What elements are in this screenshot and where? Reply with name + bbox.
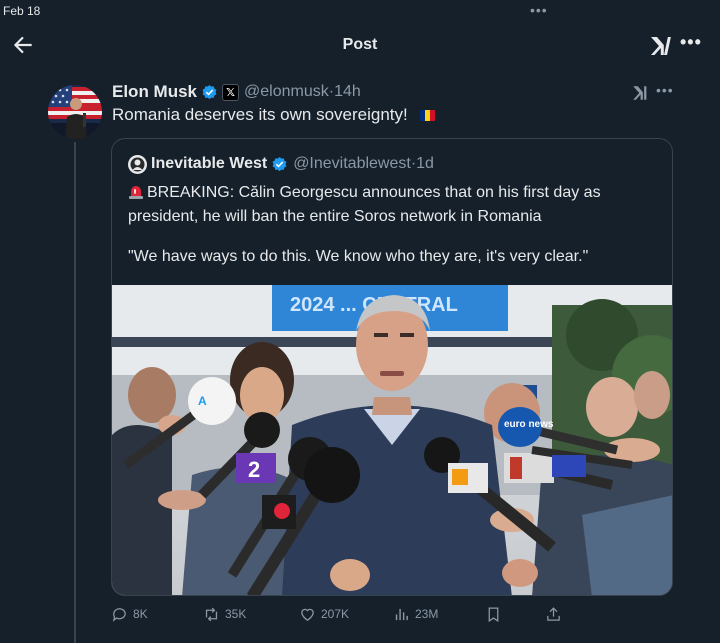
mic-euronews-label: euro news <box>504 419 554 430</box>
more-options-icon[interactable]: ••• <box>680 32 702 53</box>
quote-author-row: Inevitable West @Inevitablewest·1d <box>128 153 434 175</box>
page-title: Post <box>342 36 378 53</box>
romania-flag-icon <box>419 109 435 121</box>
quote-text: BREAKING: Călin Georgescu announces that… <box>128 181 660 269</box>
status-date: Feb 18 <box>3 4 41 18</box>
top-bar: Post ••• <box>0 24 720 68</box>
quoted-post[interactable]: Inevitable West @Inevitablewest·1d BREAK… <box>111 138 673 596</box>
repost-icon <box>205 607 218 621</box>
reply-button[interactable]: 8K <box>111 602 148 626</box>
like-count: 207K <box>321 607 350 621</box>
grok-icon[interactable] <box>648 34 672 58</box>
repost-count: 35K <box>225 607 247 621</box>
quote-text-paragraph-2: "We have ways to do this. We know who th… <box>128 248 589 265</box>
quote-text-paragraph-1: BREAKING: Călin Georgescu announces that… <box>128 184 601 225</box>
repost-button[interactable]: 35K <box>203 602 246 626</box>
reply-count: 8K <box>133 607 148 621</box>
x-logo-icon: 𝕏 <box>222 83 240 101</box>
mic-channel-label: 2 <box>248 457 260 482</box>
verified-badge-icon <box>202 84 217 99</box>
views-count: 23M <box>415 607 439 621</box>
mic-flag-label: A <box>198 394 207 408</box>
action-bar: 8K 35K 207K 23M <box>111 602 673 626</box>
bookmark-icon <box>488 606 499 622</box>
post-text-content: Romania deserves its own sovereignty! <box>112 105 408 124</box>
verified-badge-icon <box>272 156 287 171</box>
like-icon <box>301 608 314 621</box>
post-author-row: Elon Musk 𝕏 @elonmusk·14h <box>112 81 361 103</box>
author-name[interactable]: Elon Musk <box>112 82 197 102</box>
author-handle[interactable]: @elonmusk·14h <box>244 83 361 101</box>
quote-media-image[interactable]: 2024 ... CENTRAL A <box>112 285 673 596</box>
thread-line <box>74 142 76 643</box>
multitask-dots[interactable]: ••• <box>530 2 548 18</box>
quote-author-name[interactable]: Inevitable West <box>151 155 267 173</box>
quote-avatar[interactable] <box>128 154 147 174</box>
avatar[interactable] <box>48 85 102 139</box>
status-bar: Feb 18 ••• <box>0 0 720 24</box>
reply-icon <box>112 607 126 622</box>
grok-icon[interactable] <box>631 84 649 102</box>
quote-author-handle[interactable]: @Inevitablewest·1d <box>293 155 434 173</box>
post-text: Romania deserves its own sovereignty! <box>112 105 435 125</box>
like-button[interactable]: 207K <box>299 602 349 626</box>
bookmark-button[interactable] <box>485 602 507 626</box>
share-icon <box>547 606 560 621</box>
views-button[interactable]: 23M <box>393 602 438 626</box>
views-icon <box>395 608 408 620</box>
more-options-icon[interactable]: ••• <box>656 82 674 98</box>
share-button[interactable] <box>545 602 567 626</box>
siren-icon <box>129 186 143 199</box>
